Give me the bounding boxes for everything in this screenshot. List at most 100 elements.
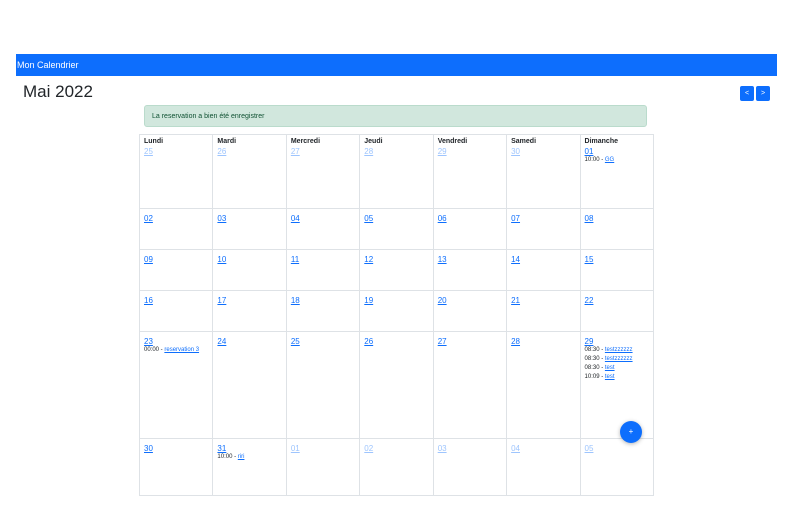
day-number-link[interactable]: 02	[144, 214, 208, 223]
calendar-table: Lundi 25 Mardi 26 Mercredi 27 Jeudi 28 Vendredi 2…	[138, 134, 655, 496]
day-number-link[interactable]: 16	[144, 296, 208, 305]
day-number-link[interactable]: 26	[364, 337, 428, 346]
day-number-link[interactable]: 01	[291, 444, 355, 453]
calendar-day-cell: 24	[212, 331, 287, 439]
event-title-link[interactable]: testzzzzzz	[605, 356, 633, 362]
event-item: 08:30 - testzzzzzz	[585, 346, 649, 355]
calendar-week-row: Lundi 25 Mardi 26 Mercredi 27 Jeudi 28 Vendredi 2…	[138, 134, 655, 209]
day-number-link[interactable]: 02	[364, 444, 428, 453]
day-number-link[interactable]: 21	[511, 296, 575, 305]
day-number-link[interactable]: 28	[511, 337, 575, 346]
calendar-day-cell: 16	[138, 290, 214, 332]
calendar-day-cell: 05	[359, 208, 434, 250]
calendar-day-cell: Jeudi 28	[359, 134, 434, 209]
event-item: 10:00 - GG	[585, 156, 649, 165]
day-number-link[interactable]: 11	[291, 255, 355, 264]
event-time: 08:30	[584, 347, 600, 353]
calendar-week-row: 23 00:00 - reservation 3 24 25 26 27 28 29 08:30…	[138, 331, 655, 439]
day-number-link[interactable]: 29	[438, 147, 502, 156]
calendar-day-cell: 17	[212, 290, 287, 332]
day-number-link[interactable]: 28	[364, 147, 428, 156]
calendar-day-cell: 12	[359, 249, 434, 291]
day-number-link[interactable]: 27	[291, 147, 355, 156]
day-number-link[interactable]: 07	[511, 214, 575, 223]
brand-link[interactable]: Mon Calendrier	[16, 54, 79, 76]
day-number-link[interactable]: 05	[364, 214, 428, 223]
day-number-link[interactable]: 30	[144, 444, 208, 453]
event-title-link[interactable]: test	[605, 374, 615, 380]
calendar-day-cell: 02	[359, 438, 434, 496]
day-number-link[interactable]: 20	[438, 296, 502, 305]
calendar-week-row: 16 17 18 19 20 21 22	[138, 290, 655, 332]
previous-month-button[interactable]: <	[740, 86, 754, 101]
calendar-day-cell: 14	[506, 249, 581, 291]
calendar-day-cell: 15	[579, 249, 655, 291]
day-number-link[interactable]: 19	[364, 296, 428, 305]
calendar-day-cell: 20	[432, 290, 508, 332]
calendar-day-cell: Vendredi 29	[432, 134, 508, 209]
day-number-link[interactable]: 29	[585, 337, 649, 346]
calendar-day-cell: 29 08:30 - testzzzzzz 08:30 - testzzzzzz 08…	[579, 331, 655, 439]
day-number-link[interactable]: 04	[291, 214, 355, 223]
day-number-link[interactable]: 03	[438, 444, 502, 453]
day-number-link[interactable]: 25	[144, 147, 208, 156]
calendar-day-cell: Mercredi 27	[285, 134, 361, 209]
day-number-link[interactable]: 04	[511, 444, 575, 453]
event-time: 00:00	[144, 347, 160, 353]
weekday-header: Jeudi	[364, 138, 383, 145]
calendar-day-cell: Mardi 26	[212, 134, 287, 209]
day-number-link[interactable]: 18	[291, 296, 355, 305]
calendar-day-cell: 13	[432, 249, 508, 291]
event-title-link[interactable]: GG	[605, 157, 614, 163]
day-number-link[interactable]: 30	[511, 147, 575, 156]
event-time: 10:00	[584, 157, 600, 163]
day-number-link[interactable]: 14	[511, 255, 575, 264]
calendar-day-cell: Lundi 25	[138, 134, 214, 209]
event-title-link[interactable]: riri	[238, 454, 245, 460]
event-title-link[interactable]: testzzzzzz	[605, 347, 633, 353]
day-number-link[interactable]: 22	[585, 296, 649, 305]
event-item: 08:30 - testzzzzzz	[585, 355, 649, 364]
day-number-link[interactable]: 27	[438, 337, 502, 346]
day-number-link[interactable]: 25	[291, 337, 355, 346]
event-time: 08:30	[584, 365, 600, 371]
day-number-link[interactable]: 23	[144, 337, 208, 346]
calendar-day-cell: 23 00:00 - reservation 3	[138, 331, 214, 439]
event-title-link[interactable]: reservation 3	[164, 347, 199, 353]
day-number-link[interactable]: 06	[438, 214, 502, 223]
day-number-link[interactable]: 03	[217, 214, 281, 223]
day-number-link[interactable]: 24	[217, 337, 281, 346]
day-number-link[interactable]: 31	[217, 444, 281, 453]
calendar-week-row: 30 31 10:00 - riri 01 02 03 04 05	[138, 438, 655, 496]
calendar-day-cell: 03	[432, 438, 508, 496]
event-title-link[interactable]: test	[605, 365, 615, 371]
add-event-button[interactable]: +	[620, 421, 642, 443]
day-number-link[interactable]: 26	[217, 147, 281, 156]
day-number-link[interactable]: 01	[585, 147, 649, 156]
day-number-link[interactable]: 17	[217, 296, 281, 305]
calendar-day-cell: 28	[506, 331, 581, 439]
next-month-button[interactable]: >	[756, 86, 770, 101]
weekday-header: Vendredi	[437, 138, 468, 145]
top-navbar: Mon Calendrier	[16, 54, 777, 76]
weekday-header: Samedi	[511, 138, 537, 145]
calendar-day-cell: 05	[579, 438, 655, 496]
calendar-day-cell: 02	[138, 208, 214, 250]
calendar-day-cell: 10	[212, 249, 287, 291]
calendar-day-cell: 22	[579, 290, 655, 332]
day-number-link[interactable]: 08	[585, 214, 649, 223]
calendar-day-cell: 07	[506, 208, 581, 250]
event-time: 08:30	[584, 356, 600, 362]
day-number-link[interactable]: 05	[585, 444, 649, 453]
calendar-day-cell: 06	[432, 208, 508, 250]
calendar-day-cell: 03	[212, 208, 287, 250]
day-number-link[interactable]: 12	[364, 255, 428, 264]
day-number-link[interactable]: 10	[217, 255, 281, 264]
day-number-link[interactable]: 09	[144, 255, 208, 264]
day-number-link[interactable]: 15	[585, 255, 649, 264]
calendar-day-cell: 31 10:00 - riri	[212, 438, 287, 496]
day-number-link[interactable]: 13	[438, 255, 502, 264]
event-item: 08:30 - test	[585, 364, 649, 373]
calendar-day-cell: 18	[285, 290, 361, 332]
calendar-day-cell: Samedi 30	[506, 134, 581, 209]
